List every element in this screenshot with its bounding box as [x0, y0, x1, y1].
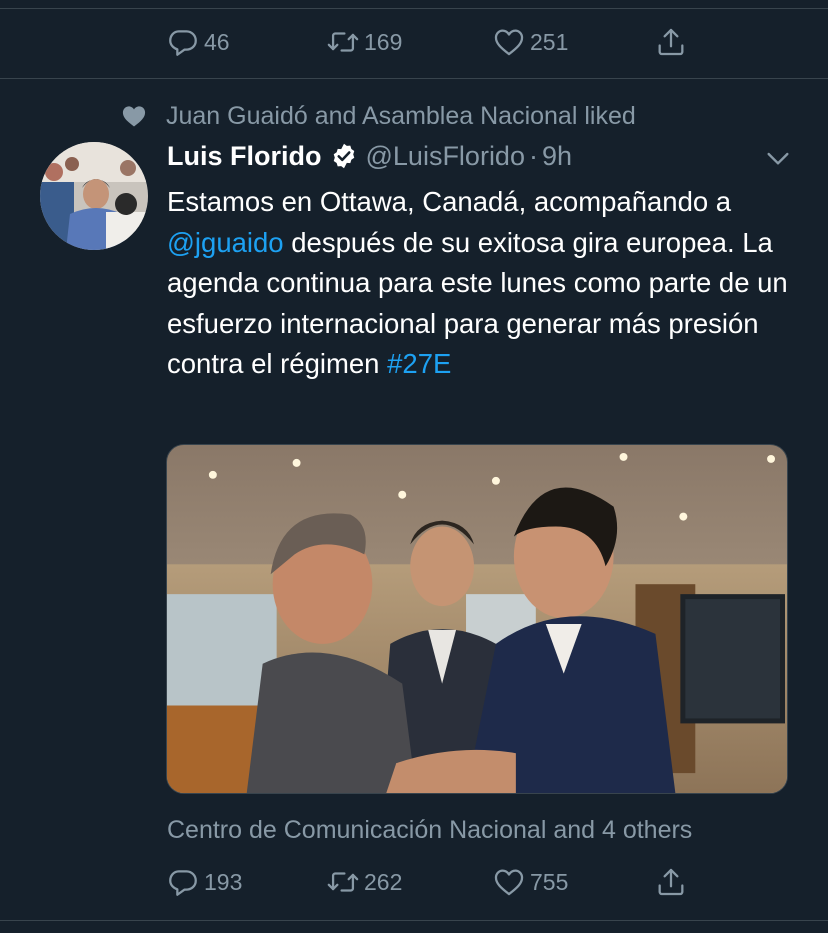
prev-reply-button[interactable]: 46 [166, 22, 230, 62]
heart-icon [122, 106, 146, 127]
reply-count: 193 [204, 868, 243, 895]
heart-icon [494, 869, 524, 896]
share-icon [658, 28, 684, 56]
retweet-count: 262 [364, 868, 403, 895]
retweet-button[interactable]: 262 [326, 862, 402, 902]
reply-icon [169, 30, 197, 56]
bottom-divider [0, 920, 828, 921]
author-handle[interactable]: @LuisFlorido [366, 141, 525, 172]
author-name[interactable]: Luis Florido [167, 141, 322, 172]
prev-tweet-action-bar: 46 169 251 [166, 22, 706, 62]
like-count: 755 [530, 868, 569, 895]
prev-reply-count: 46 [204, 28, 230, 55]
header-separator: · [528, 140, 538, 171]
prev-share-button[interactable] [654, 22, 692, 62]
prev-like-count: 251 [530, 28, 569, 55]
retweet-icon [327, 872, 359, 892]
top-divider [0, 8, 828, 9]
social-context-text: Juan Guaidó and Asamblea Nacional liked [166, 101, 636, 130]
hashtag-link[interactable]: #27E [387, 348, 451, 379]
tweet-action-bar: 193 262 755 [166, 862, 706, 902]
photo-image [167, 445, 787, 793]
tweet-photo[interactable] [166, 444, 788, 794]
tweet-text-part-1: Estamos en Ottawa, Canadá, acompañando a [167, 186, 732, 217]
avatar-photo [40, 142, 148, 250]
mention-link[interactable]: @jguaido [167, 227, 284, 258]
retweet-icon [327, 32, 359, 52]
verified-badge-icon [333, 143, 354, 169]
heart-icon [494, 29, 524, 56]
prev-retweet-count: 169 [364, 28, 403, 55]
reply-button[interactable]: 193 [166, 862, 242, 902]
tweet-text: Estamos en Ottawa, Canadá, acompañando a… [167, 182, 797, 385]
share-icon [658, 868, 684, 896]
tweet-time[interactable]: 9h [542, 141, 572, 172]
prev-retweet-button[interactable]: 169 [326, 22, 402, 62]
tweet-header: Luis Florido @LuisFlorido · 9h [167, 136, 572, 176]
author-avatar[interactable] [40, 142, 148, 250]
social-context[interactable]: Juan Guaidó and Asamblea Nacional liked [120, 98, 636, 134]
like-button[interactable]: 755 [492, 862, 568, 902]
liked-by-text[interactable]: Centro de Comunicación Nacional and 4 ot… [167, 810, 692, 850]
chevron-down-icon[interactable] [762, 142, 794, 174]
prev-like-button[interactable]: 251 [492, 22, 568, 62]
tweet-divider [0, 78, 828, 79]
share-button[interactable] [654, 862, 692, 902]
reply-icon [169, 870, 197, 896]
